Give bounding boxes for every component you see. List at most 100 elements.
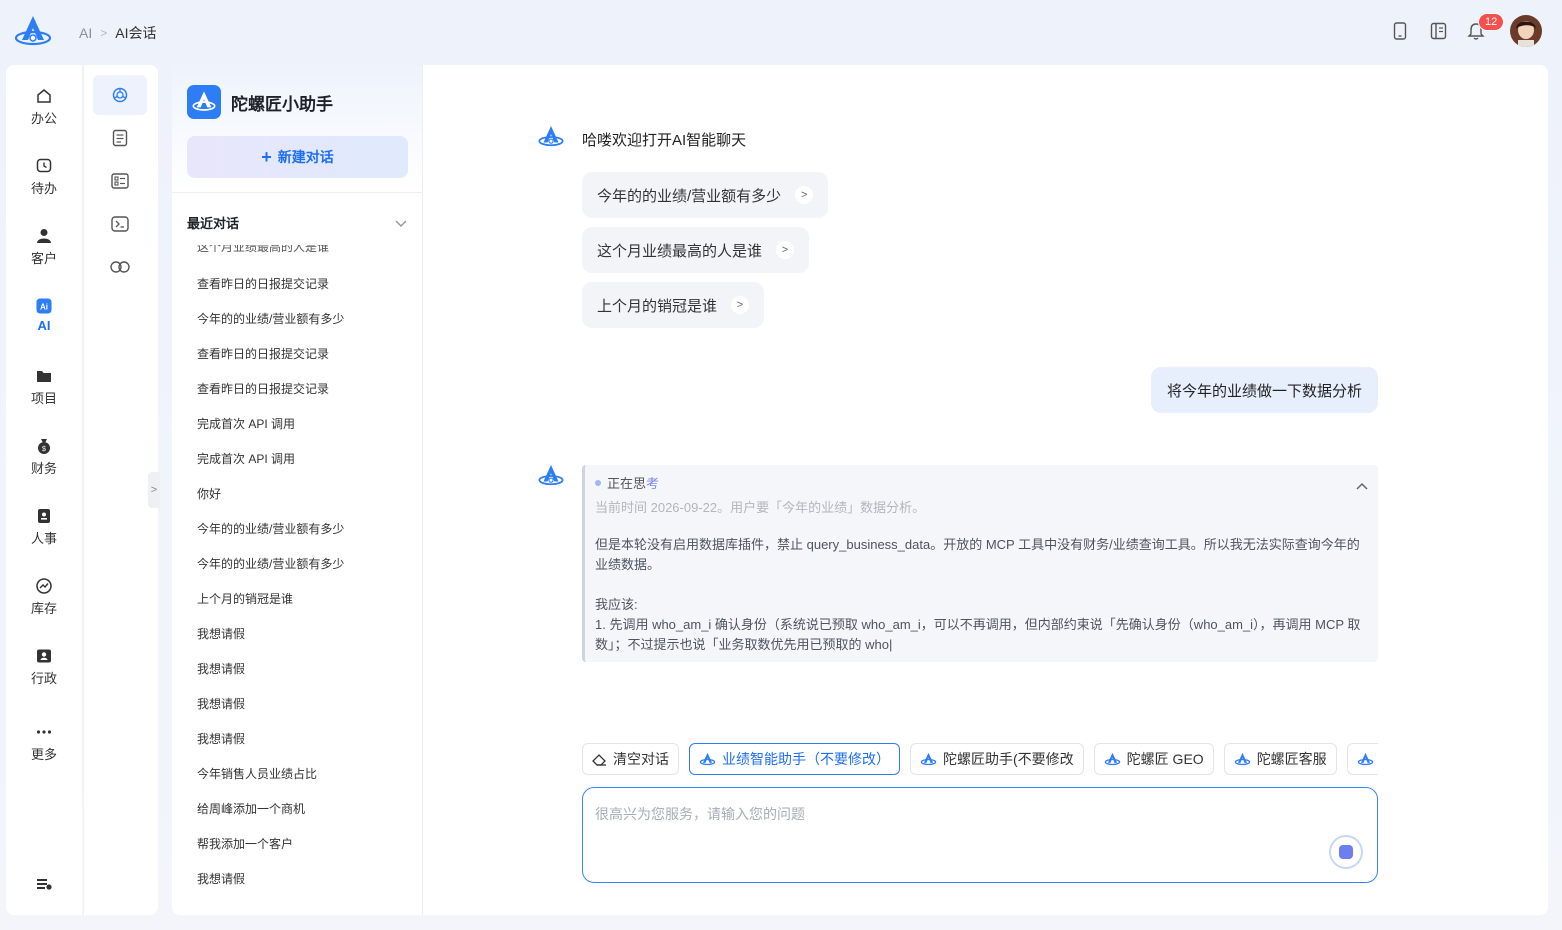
conversation-item[interactable]: 帮我添加一个客户	[172, 827, 422, 862]
conversation-item[interactable]: 今年的的业绩/营业额有多少	[172, 302, 422, 337]
conversation-item[interactable]: 今年的的业绩/营业额有多少	[172, 512, 422, 547]
new-chat-label: 新建对话	[277, 149, 334, 165]
terminal-icon	[111, 216, 129, 232]
conversation-item[interactable]: 查看昨日的日报提交记录	[172, 267, 422, 302]
svg-text:Ai: Ai	[40, 303, 48, 312]
badge-icon	[38, 509, 50, 523]
clear-chat-button[interactable]: 清空对话	[582, 743, 679, 775]
conversation-item[interactable]: 今年的的业绩/营业额有多少	[172, 547, 422, 582]
conversation-item[interactable]: 我想请假	[172, 722, 422, 757]
plus-icon: +	[261, 147, 272, 167]
breadcrumb-current: AI会话	[115, 25, 157, 41]
agent-label: 业绩智能助手（不要修改）	[722, 751, 890, 767]
suggestion-chip[interactable]: 今年的的业绩/营业额有多少 >	[582, 172, 829, 218]
conversation-item[interactable]: 上个月的销冠是谁	[172, 582, 422, 617]
conversation-item[interactable]: 完成首次 API 调用	[172, 442, 422, 477]
folder-icon	[37, 371, 51, 382]
conversation-item[interactable]: 我想请假	[172, 652, 422, 687]
agent-logo-icon	[699, 752, 716, 765]
nav-item-label: 行政	[30, 671, 57, 686]
nav-item-8[interactable]: 行政	[6, 647, 82, 697]
user-message: 将今年的业绩做一下数据分析	[1150, 367, 1378, 413]
person-icon	[37, 229, 51, 243]
chevron-right-icon: >	[776, 241, 795, 259]
recent-conversations-title: 最近对话	[187, 216, 240, 231]
send-button[interactable]	[1329, 835, 1363, 869]
nav-item-3[interactable]: Ai AI	[6, 297, 82, 347]
thinking-paragraph: 但是本轮没有启用数据库插件，禁止 query_business_data。开放的…	[595, 537, 1360, 572]
conversation-item[interactable]: 查看昨日的日报提交记录	[172, 337, 422, 372]
nav-item-5[interactable]: $ 财务	[6, 437, 82, 487]
nav-item-6[interactable]: 人事	[6, 507, 82, 557]
link-tool-button[interactable]	[93, 247, 147, 287]
agent-chip[interactable]: 陀螺匠助手(不要修改	[910, 743, 1084, 775]
nav-item-label: 客户	[30, 251, 57, 266]
settings-list-icon	[37, 879, 52, 890]
welcome-message: 哈喽欢迎打开AI智能聊天	[582, 132, 747, 149]
conversation-item[interactable]: 给周峰添加一个商机	[172, 792, 422, 827]
conversation-item[interactable]: 这个月业绩最高的人是谁	[172, 245, 422, 261]
suggestion-chip[interactable]: 这个月业绩最高的人是谁 >	[582, 227, 810, 273]
suggestion-text: 今年的的业绩/营业额有多少	[597, 187, 782, 205]
nav-item-4[interactable]: 项目	[6, 367, 82, 417]
ai-chat-tool-button[interactable]	[93, 75, 147, 115]
nav-item-label: 待办	[30, 181, 57, 196]
conversation-item[interactable]: 你好	[172, 477, 422, 512]
chevron-right-icon: >	[150, 484, 158, 496]
conversation-item[interactable]: 查看昨日的日报提交记录	[172, 372, 422, 407]
nav-item-0[interactable]: 办公	[6, 87, 82, 137]
thinking-block: 正在思考 当前时间 2026-09-22。用户要「今年的业绩」数据分析。 但是本…	[582, 465, 1378, 662]
bell-icon[interactable]: 12	[1466, 13, 1505, 41]
terminal-tool-button[interactable]	[93, 204, 147, 244]
clock-icon	[36, 158, 52, 173]
mobile-icon[interactable]	[1390, 21, 1410, 41]
status-dot-icon	[595, 479, 601, 486]
user-avatar[interactable]	[1510, 15, 1542, 47]
eraser-icon	[592, 753, 606, 766]
agent-chip[interactable]: 业绩智能助手（不要修改）	[689, 743, 900, 775]
thinking-status-highlight: 考	[646, 476, 660, 491]
conversation-panel: 陀螺匠小助手 + 新建对话 最近对话 这个月业绩最高的人是谁 查看昨日的日报提交记…	[172, 65, 423, 915]
chevron-down-icon[interactable]	[394, 215, 408, 233]
nav-item-7[interactable]: 库存	[6, 577, 82, 627]
bot-avatar-icon	[538, 463, 564, 489]
settings-button[interactable]	[6, 875, 82, 925]
checklist-tool-button[interactable]	[93, 161, 147, 201]
thinking-paragraph-title: 我应该:	[595, 597, 638, 612]
nav-item-9[interactable]: 更多	[6, 723, 82, 773]
agent-chip[interactable]: 陀螺匠 GEO	[1093, 743, 1214, 775]
suggestion-chip[interactable]: 上个月的销冠是谁 >	[582, 282, 765, 328]
thinking-content: 但是本轮没有启用数据库插件，禁止 query_business_data。开放的…	[595, 535, 1368, 655]
collapse-panel-handle[interactable]: >	[148, 472, 160, 508]
agent-chip[interactable]: 陀螺匠客服	[1223, 743, 1337, 775]
agent-label: 陀螺匠助手(不要修改	[943, 751, 1074, 767]
document-tool-button[interactable]	[93, 118, 147, 158]
chart-icon	[36, 578, 52, 594]
conversation-item[interactable]: 我想请假	[172, 862, 422, 897]
thinking-paragraph: 1. 先调用 who_am_i 确认身份（系统说已预取 who_am_i，可以不…	[595, 617, 1361, 652]
nav-item-2[interactable]: 客户	[6, 227, 82, 277]
conversation-item[interactable]: 今年销售人员业绩占比	[172, 757, 422, 792]
app-logo-icon[interactable]	[14, 14, 52, 50]
thinking-faded-line: 当前时间 2026-09-22。用户要「今年的业绩」数据分析。	[595, 500, 926, 515]
svg-text:$: $	[42, 446, 46, 453]
message-input[interactable]	[595, 806, 1295, 822]
nav-item-label: 更多	[30, 747, 57, 762]
conversation-item[interactable]: 我想请假	[172, 617, 422, 652]
checklist-icon	[111, 173, 129, 189]
collapse-thinking-chevron-up-icon[interactable]	[1356, 477, 1368, 495]
conversation-item[interactable]: 完成首次 API 调用	[172, 407, 422, 442]
breadcrumb-root[interactable]: AI	[79, 25, 92, 41]
book-icon[interactable]	[1428, 21, 1448, 41]
nav-item-1[interactable]: 待办	[6, 157, 82, 207]
breadcrumb-separator-icon: >	[100, 26, 108, 40]
suggestion-text: 上个月的销冠是谁	[597, 297, 718, 315]
thinking-status-text: 正在思	[607, 476, 647, 491]
conversation-item[interactable]: 我想请假	[172, 687, 422, 722]
clear-chat-label: 清空对话	[613, 751, 669, 767]
agent-chip[interactable]: 陀螺匠	[1346, 743, 1378, 775]
breadcrumb: AI > AI会话	[79, 23, 156, 43]
primary-nav: 办公待办客户 Ai AI 项目 $ 财务人事库存行政更多	[6, 65, 82, 915]
new-chat-button[interactable]: + 新建对话	[187, 136, 408, 178]
thinking-status: 正在思考	[595, 473, 1368, 492]
